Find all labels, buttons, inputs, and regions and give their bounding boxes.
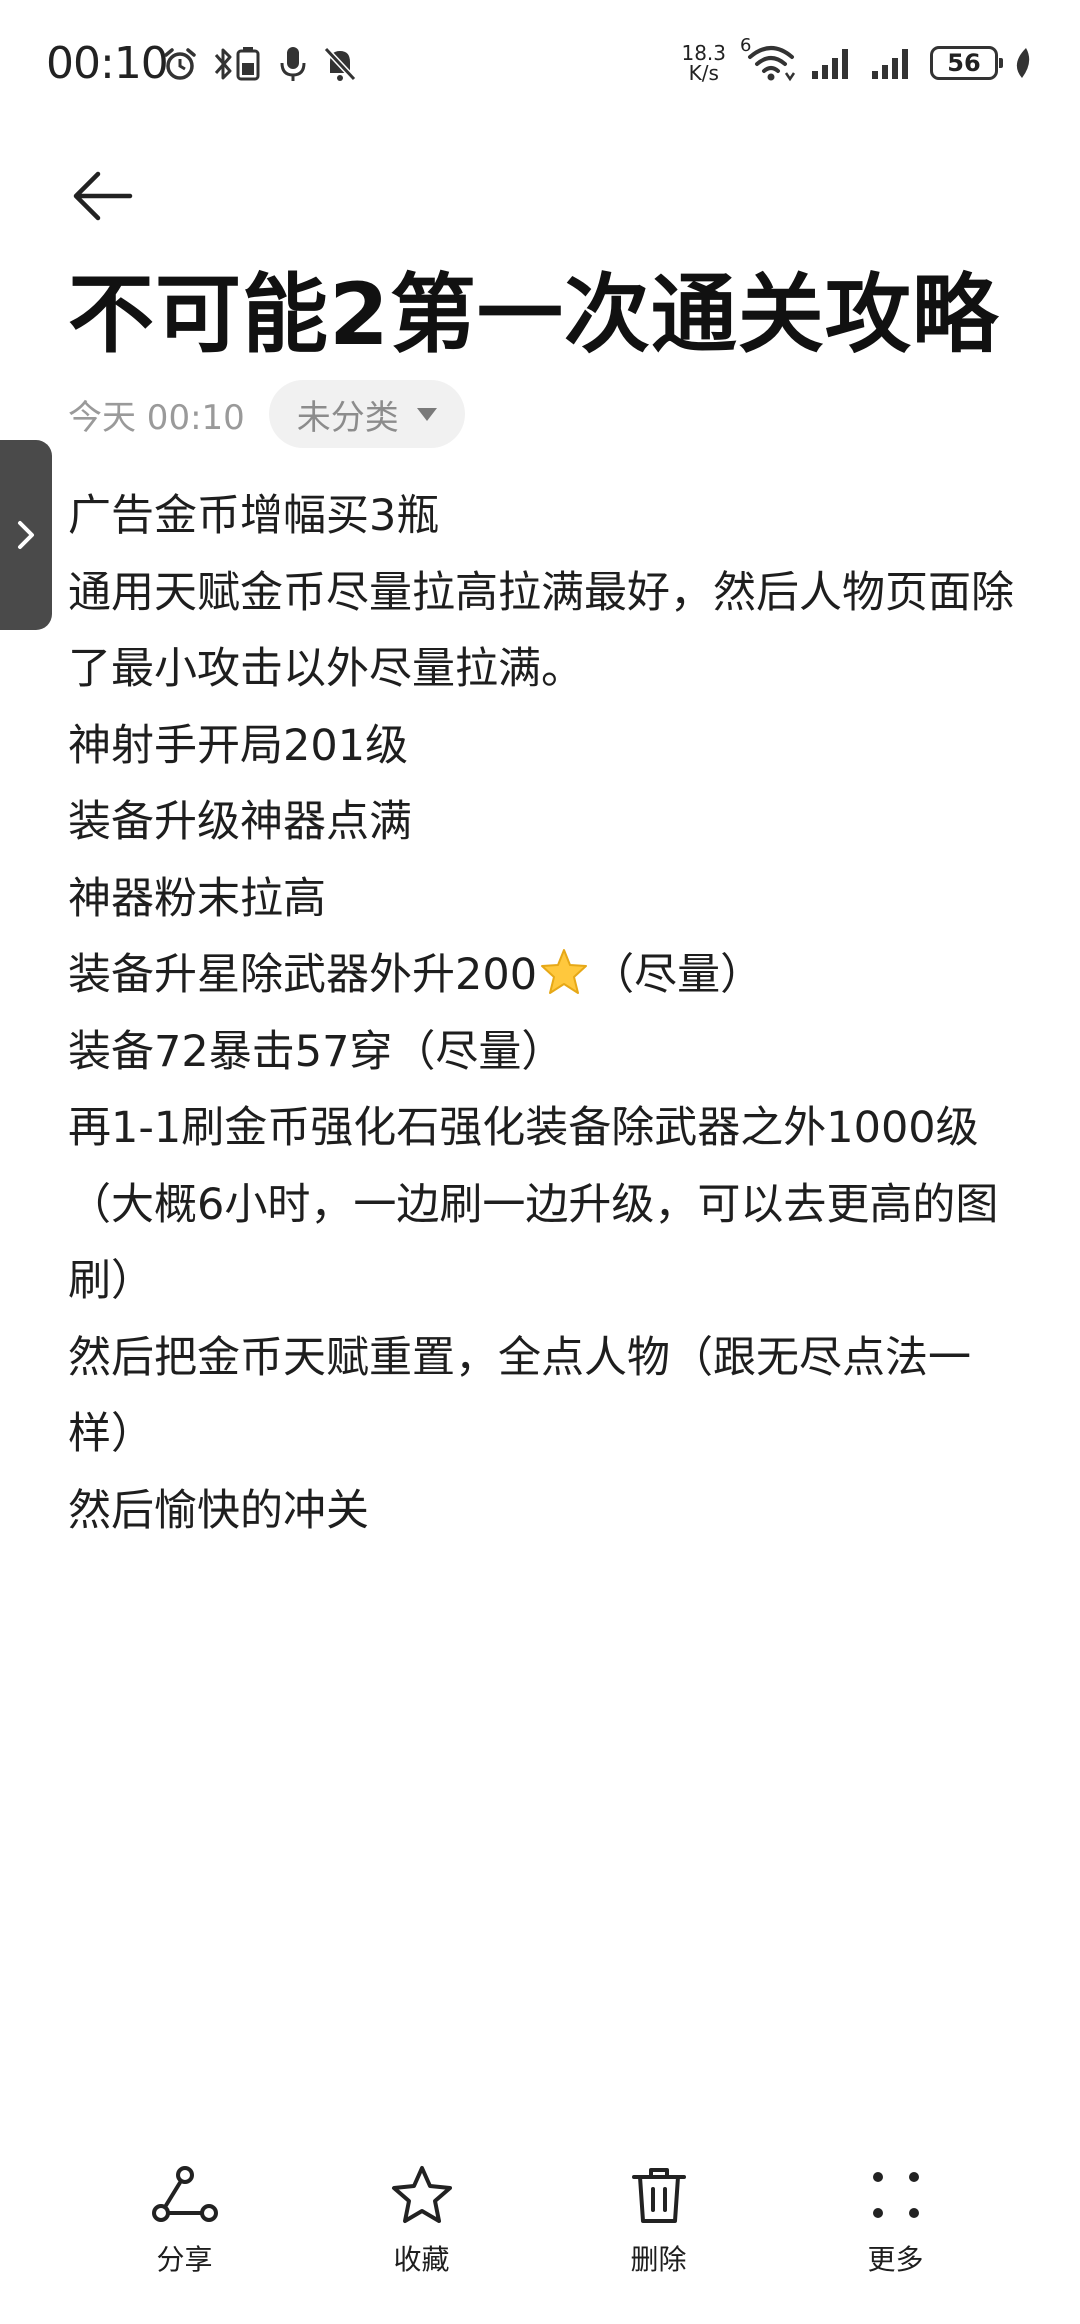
note-line: 通用天赋金币尽量拉高拉满最好，然后人物页面除了最小攻击以外尽量拉满。 [68, 567, 1014, 695]
arrow-left-icon [73, 171, 133, 221]
network-speed-unit: K/s [688, 61, 719, 85]
category-label: 未分类 [296, 397, 399, 438]
side-drawer-handle[interactable] [0, 440, 52, 630]
note-body[interactable]: 广告金币增幅买3瓶 通用天赋金币尽量拉高拉满最好，然后人物页面除了最小攻击以外尽… [68, 478, 1018, 1549]
star-icon [541, 949, 588, 994]
note-screen: 00:10 18.3 K/s 6 56 不可能2第一次通关攻略 今天 00:10… [0, 0, 1080, 2324]
note-line: 神器粉末拉高 [68, 873, 326, 924]
category-dropdown[interactable]: 未分类 [268, 380, 465, 448]
note-meta: 今天 00:10 未分类 [68, 380, 465, 448]
chevron-down-icon [416, 407, 437, 421]
note-line: 然后愉快的冲关 [68, 1485, 369, 1536]
network-speed-value: 18.3 [681, 41, 726, 65]
status-bar: 00:10 18.3 K/s 6 56 [0, 0, 1080, 120]
note-date: 今天 00:10 [68, 397, 245, 438]
note-line: 装备72暴击57穿（尽量） [68, 1026, 565, 1077]
star-line-after: （尽量） [591, 950, 764, 1000]
note-line-star: 装备升星除武器外升200 （尽量） [68, 937, 1018, 1014]
star-outline-icon [387, 2160, 457, 2230]
wifi-generation: 6 [740, 35, 752, 56]
status-time: 00:10 [46, 38, 169, 89]
more-button[interactable]: 更多 [821, 2160, 971, 2300]
note-line: 装备升级神器点满 [68, 797, 412, 847]
mute-bell-icon [323, 46, 357, 82]
network-speed: 18.3 K/s [681, 43, 726, 83]
note-title[interactable]: 不可能2第一次通关攻略 [68, 260, 1028, 370]
microphone-icon [280, 47, 306, 81]
note-line: 神射手开局201级 [68, 720, 409, 771]
wifi-icon: 6 [740, 35, 796, 83]
star-line-before: 装备升星除武器外升200 [68, 950, 538, 1000]
battery-icon: 56 [930, 46, 1003, 80]
share-icon [150, 2160, 220, 2230]
bottom-toolbar: 分享 收藏 删除 更多 [0, 2160, 1080, 2300]
share-button[interactable]: 分享 [110, 2160, 260, 2300]
share-label: 分享 [156, 2243, 213, 2276]
signal-icon [872, 49, 908, 79]
favorite-label: 收藏 [393, 2243, 450, 2276]
delete-label: 删除 [630, 2243, 687, 2276]
battery-level: 56 [947, 49, 981, 77]
delete-button[interactable]: 删除 [584, 2160, 734, 2300]
back-button[interactable] [66, 160, 138, 232]
alarm-icon [164, 48, 196, 80]
note-line: 广告金币增幅买3瓶 [68, 491, 440, 541]
trash-icon [624, 2160, 694, 2230]
note-line: 再1-1刷金币强化石强化装备除武器之外1000级 （大概6小时，一边刷一边升级，… [68, 1103, 999, 1306]
more-label: 更多 [867, 2243, 924, 2276]
status-left-icons [162, 42, 358, 86]
note-line: 然后把金币天赋重置，全点人物（跟无尽点法一样） [68, 1332, 971, 1460]
bluetooth-battery-icon [214, 47, 260, 81]
leaf-icon [1016, 48, 1030, 78]
status-right: 18.3 K/s 6 56 [681, 35, 1032, 90]
favorite-button[interactable]: 收藏 [347, 2160, 497, 2300]
more-dots-icon [861, 2160, 931, 2230]
signal-icon [812, 49, 848, 79]
chevron-right-icon [18, 521, 34, 549]
